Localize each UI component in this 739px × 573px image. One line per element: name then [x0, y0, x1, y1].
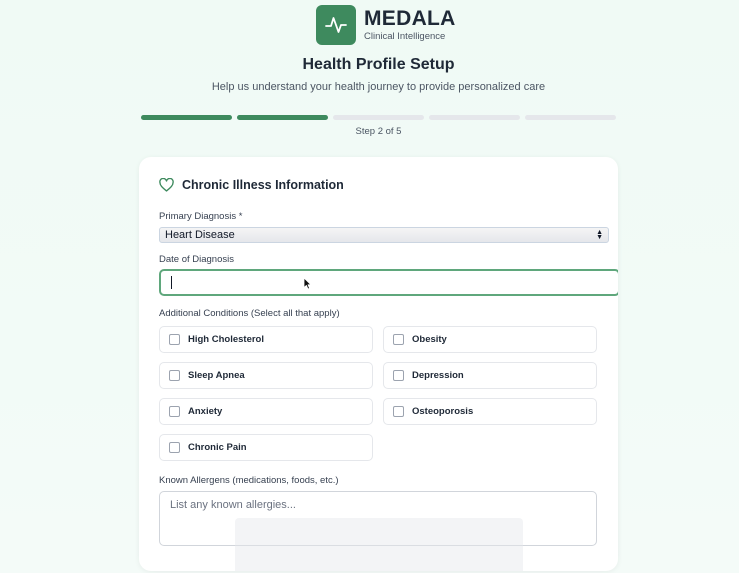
heartbeat-icon: [325, 17, 347, 33]
text-caret: [171, 276, 172, 289]
brand-header: MEDALA Clinical Intelligence: [316, 5, 456, 45]
condition-high-cholesterol[interactable]: High Cholesterol: [159, 326, 373, 353]
condition-anxiety[interactable]: Anxiety: [159, 398, 373, 425]
select-arrows-icon: ▲ ▼: [596, 229, 603, 241]
brand-tagline: Clinical Intelligence: [364, 31, 446, 42]
condition-chronic-pain[interactable]: Chronic Pain: [159, 434, 373, 461]
condition-label: Depression: [412, 370, 464, 381]
page-subtitle: Help us understand your health journey t…: [211, 81, 546, 93]
mouse-pointer-icon: [303, 277, 312, 290]
condition-osteoporosis[interactable]: Osteoporosis: [383, 398, 597, 425]
section-title: Chronic Illness Information: [182, 178, 344, 192]
section-header: Chronic Illness Information: [159, 178, 344, 192]
checkbox[interactable]: [393, 406, 404, 417]
condition-label: Osteoporosis: [412, 406, 474, 417]
form-card: Chronic Illness Information Primary Diag…: [139, 157, 618, 571]
progress-bar: [141, 115, 616, 120]
additional-conditions-label: Additional Conditions (Select all that a…: [159, 308, 340, 319]
progress-segment: [333, 115, 424, 120]
heart-icon: [159, 178, 174, 192]
checkbox[interactable]: [169, 406, 180, 417]
checkbox[interactable]: [393, 334, 404, 345]
condition-label: Sleep Apnea: [188, 370, 245, 381]
page-title: Health Profile Setup: [302, 56, 455, 73]
condition-obesity[interactable]: Obesity: [383, 326, 597, 353]
primary-diagnosis-value: Heart Disease: [165, 229, 235, 241]
date-of-diagnosis-label: Date of Diagnosis: [159, 254, 234, 265]
checkbox[interactable]: [169, 442, 180, 453]
faded-overlay: [235, 518, 523, 571]
brand-name: MEDALA: [364, 7, 456, 30]
step-indicator: Step 2 of 5: [355, 126, 402, 137]
condition-depression[interactable]: Depression: [383, 362, 597, 389]
condition-label: Obesity: [412, 334, 447, 345]
date-of-diagnosis-input[interactable]: [159, 269, 618, 296]
progress-segment: [429, 115, 520, 120]
condition-label: Chronic Pain: [188, 442, 247, 453]
checkbox[interactable]: [393, 370, 404, 381]
condition-sleep-apnea[interactable]: Sleep Apnea: [159, 362, 373, 389]
checkbox[interactable]: [169, 334, 180, 345]
primary-diagnosis-select[interactable]: Heart Disease ▲ ▼: [159, 227, 609, 243]
known-allergens-label: Known Allergens (medications, foods, etc…: [159, 475, 339, 486]
progress-segment: [141, 115, 232, 120]
progress-segment: [237, 115, 328, 120]
condition-label: High Cholesterol: [188, 334, 265, 345]
progress-segment: [525, 115, 616, 120]
checkbox[interactable]: [169, 370, 180, 381]
logo: [316, 5, 356, 45]
primary-diagnosis-label: Primary Diagnosis *: [159, 211, 243, 222]
condition-label: Anxiety: [188, 406, 223, 417]
